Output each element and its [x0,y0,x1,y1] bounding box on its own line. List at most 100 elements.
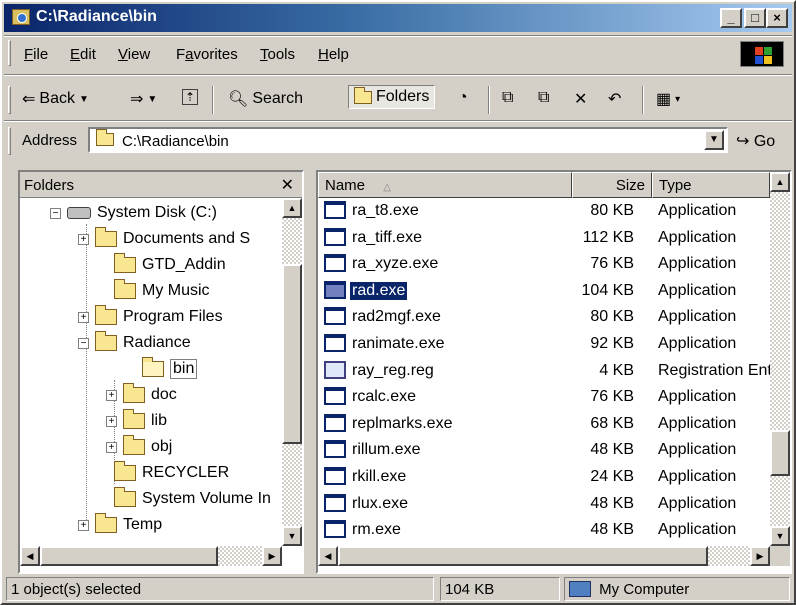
scroll-thumb[interactable] [770,430,790,476]
menu-help[interactable]: Help [318,46,349,63]
menu-edit[interactable]: Edit [70,46,96,63]
file-type: Registration Ent [658,361,770,379]
expand-icon[interactable]: + [106,415,117,427]
search-button[interactable]: 🔍︎ Search [228,89,303,109]
go-button[interactable]: ↪ Go [736,131,775,151]
title-bar[interactable]: C:\Radiance\bin _ □ × [4,4,792,32]
address-value[interactable]: C:\Radiance\bin [122,133,229,150]
file-row[interactable]: ray_reg.reg 4 KB Registration Ent [318,358,770,385]
folders-horizontal-scrollbar[interactable]: ◀ ▶ [20,546,282,566]
scroll-left-icon[interactable]: ◀ [318,546,338,566]
logo-red [755,47,763,55]
toolbar-separator [642,86,644,114]
status-zone-label: My Computer [599,581,690,598]
back-button[interactable]: ⇐ Back ▼ [22,89,89,109]
move-to-button[interactable]: ⧉ [502,89,513,107]
file-type: Application [658,494,737,512]
file-row[interactable]: ranimate.exe 92 KB Application [318,331,770,358]
minimize-button[interactable]: _ [720,8,742,28]
scroll-right-icon[interactable]: ▶ [262,546,282,566]
files-vertical-scrollbar[interactable]: ▲ ▼ [770,172,790,546]
file-row[interactable]: ra_tiff.exe 112 KB Application [318,225,770,252]
tree-node-recycler[interactable]: RECYCLER [114,460,229,486]
file-row[interactable]: rcalc.exe 76 KB Application [318,384,770,411]
files-horizontal-scrollbar[interactable]: ◀ ▶ [318,546,770,566]
file-row[interactable]: ra_xyze.exe 76 KB Application [318,251,770,278]
up-folder-button[interactable]: ⇡ [182,89,199,105]
file-row[interactable]: rlux.exe 48 KB Application [318,491,770,518]
tree-node-my-music[interactable]: My Music [114,278,210,304]
chevron-down-icon[interactable]: ▼ [147,94,157,105]
address-input[interactable]: C:\Radiance\bin ▼ [88,127,728,153]
go-arrow-icon: ↪ [736,133,750,150]
tree-line [86,224,87,524]
tree-node-obj[interactable]: + obj [106,434,172,460]
delete-button[interactable]: ✕ [574,89,587,109]
column-header-type[interactable]: Type [652,172,770,198]
scroll-left-icon[interactable]: ◀ [20,546,40,566]
collapse-icon[interactable]: − [78,337,89,349]
views-button[interactable]: ▦ ▾ [656,89,680,109]
menu-file[interactable]: File [24,46,48,63]
scroll-up-icon[interactable]: ▲ [282,198,302,218]
file-row[interactable]: rad.exe 104 KB Application [318,278,770,305]
tree-node-bin[interactable]: bin [142,356,198,382]
tree-node-label: lib [151,412,168,429]
undo-button[interactable]: ↶ [608,89,621,109]
tree-node-label: obj [151,438,173,455]
tree-node-program-files[interactable]: + Program Files [78,304,223,330]
expand-icon[interactable]: + [78,311,89,323]
tree-node-temp[interactable]: + Temp [78,512,162,538]
history-button[interactable]: ◔ [458,89,468,107]
file-row[interactable]: rm.exe 48 KB Application [318,517,770,544]
copy-to-button[interactable]: ⧉ [538,89,549,107]
application-icon [324,413,346,432]
column-header-name[interactable]: Name △ [318,172,572,198]
scroll-thumb[interactable] [282,264,302,444]
folders-vertical-scrollbar[interactable]: ▲ ▼ [282,198,302,546]
menu-grip[interactable] [8,40,11,66]
forward-arrow-icon: ⇒ [130,91,144,108]
column-header-size[interactable]: Size [572,172,652,198]
scroll-thumb[interactable] [338,546,708,566]
application-icon [324,387,346,406]
file-type: Application [658,202,737,219]
tree-node-radiance[interactable]: − Radiance [78,330,191,356]
file-row[interactable]: rillum.exe 48 KB Application [318,437,770,464]
expand-icon[interactable]: + [106,441,117,453]
maximize-button[interactable]: □ [744,8,766,28]
toolbar-grip[interactable] [8,86,11,114]
expand-icon[interactable]: + [78,233,89,245]
menu-favorites[interactable]: Favorites [176,46,238,63]
tree-node-lib[interactable]: + lib [106,408,167,434]
tree-node-doc[interactable]: + doc [106,382,177,408]
column-header-label: Type [659,177,692,194]
address-grip[interactable] [8,127,11,155]
scroll-down-icon[interactable]: ▼ [770,526,790,546]
scroll-right-icon[interactable]: ▶ [750,546,770,566]
close-icon[interactable]: ✕ [281,175,294,195]
close-button[interactable]: × [766,8,788,28]
scroll-down-icon[interactable]: ▼ [282,526,302,546]
chevron-down-icon[interactable]: ▼ [79,94,89,105]
address-dropdown-button[interactable]: ▼ [704,130,724,150]
scroll-thumb[interactable] [40,546,218,566]
expand-icon[interactable]: + [78,519,89,531]
tree-node-label: Radiance [123,334,191,351]
tree-node-label: Temp [123,516,163,533]
menu-view[interactable]: View [118,46,150,63]
tree-node-system-volume[interactable]: System Volume In [114,486,271,512]
file-row[interactable]: rkill.exe 24 KB Application [318,464,770,491]
tree-node-documents[interactable]: + Documents and S [78,226,250,252]
menu-tools[interactable]: Tools [260,46,295,63]
expand-icon[interactable]: + [106,389,117,401]
tree-node-system-disk[interactable]: − System Disk (C:) [50,200,217,226]
file-row[interactable]: ra_t8.exe 80 KB Application [318,198,770,225]
folders-button[interactable]: Folders [348,85,436,109]
scroll-up-icon[interactable]: ▲ [770,172,790,192]
forward-button[interactable]: ⇒ ▼ [130,89,157,109]
file-row[interactable]: rad2mgf.exe 80 KB Application [318,304,770,331]
tree-node-gtd-addin[interactable]: GTD_Addin [114,252,226,278]
collapse-icon[interactable]: − [50,207,61,219]
file-row[interactable]: replmarks.exe 68 KB Application [318,411,770,438]
